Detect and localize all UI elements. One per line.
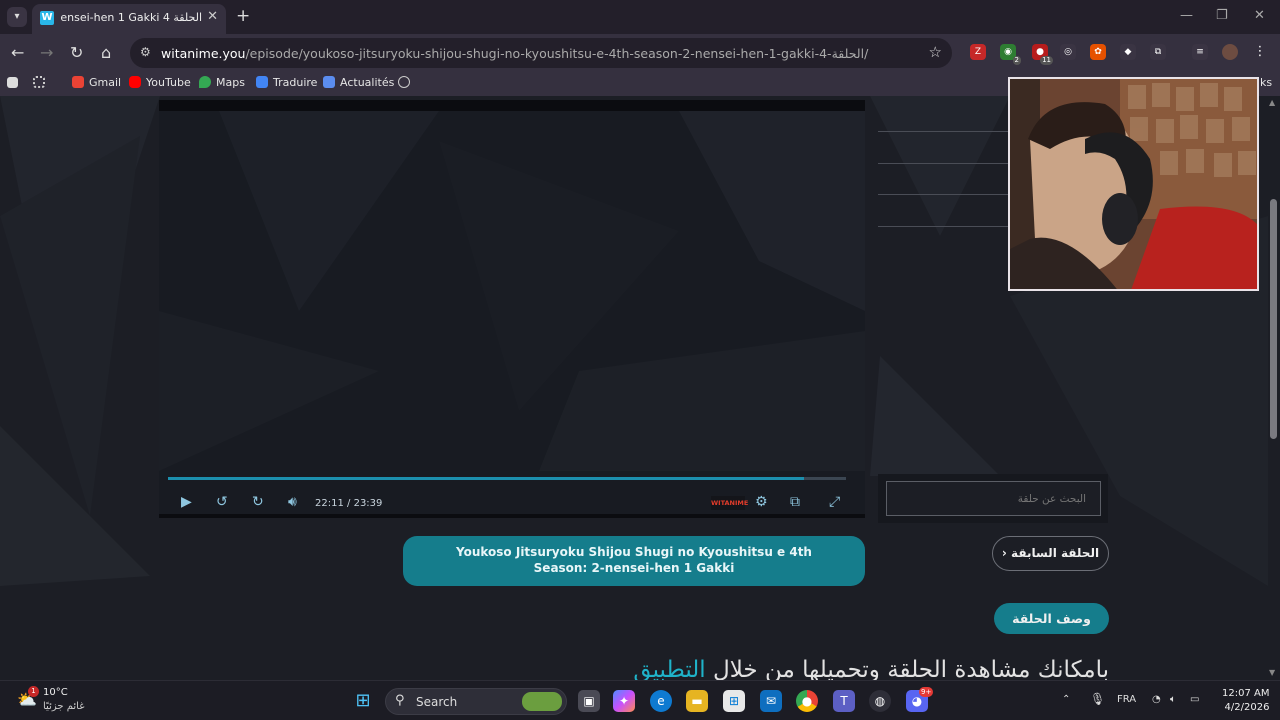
minimize-button[interactable]: — <box>1180 8 1193 23</box>
taskbar-search[interactable]: ⚲ Search <box>385 688 567 715</box>
volume-icon[interactable]: 🔊︎ <box>288 494 297 510</box>
bookmark-star-icon[interactable]: ☆ <box>929 43 942 61</box>
episode-title-button[interactable]: Youkoso Jitsuryoku Shijou Shugi no Kyous… <box>403 536 865 586</box>
chrome-icon[interactable]: ● <box>796 690 818 712</box>
bookmark-traduire[interactable]: Traduire <box>256 76 317 89</box>
fullscreen-icon[interactable]: ⤢ <box>829 494 840 510</box>
episode-search-box <box>878 474 1108 523</box>
seek-bar[interactable] <box>168 477 846 480</box>
extension-icon-6[interactable]: ◆ <box>1120 44 1136 60</box>
volume-tray-icon[interactable]: 🔈︎ <box>1170 694 1176 705</box>
scroll-up-icon[interactable]: ▲ <box>1269 98 1275 107</box>
copilot-icon[interactable]: ✦ <box>613 690 635 712</box>
description-heading: بامكانك مشاهدة الحلقة وتحميلها من خلال ا… <box>600 657 1109 680</box>
search-highlight-image <box>522 692 562 711</box>
extension-icon-2[interactable]: ◉ 2 <box>1000 44 1021 65</box>
toolbar: ← → ↻ ⌂ ⚙ witanime.you/episode/youkoso-j… <box>0 34 1280 72</box>
weather-description[interactable]: غائم جزئيًا <box>43 701 84 712</box>
close-window-button[interactable]: ✕ <box>1254 8 1265 23</box>
bookmark-actualites[interactable]: Actualités <box>323 76 394 89</box>
sidebar-toggle-icon[interactable] <box>7 76 23 89</box>
show-hidden-icons[interactable]: ⌃ <box>1062 694 1070 705</box>
site-info-icon[interactable]: ⚙ <box>140 45 151 59</box>
rewind-10-icon[interactable]: ↺ <box>216 494 228 510</box>
tab-search-button[interactable]: ▾ <box>7 7 27 27</box>
extensions-puzzle-icon[interactable]: ⧉ <box>1150 44 1166 60</box>
microsoft-store-icon[interactable]: ⊞ <box>723 690 745 712</box>
home-button[interactable]: ⌂ <box>101 43 111 62</box>
new-tab-button[interactable]: + <box>236 6 250 26</box>
webcam-feed <box>1010 79 1257 289</box>
bookmark-gmail[interactable]: Gmail <box>72 76 121 89</box>
clock[interactable]: 12:07 AM 4/2/2026 <box>1222 687 1269 715</box>
discord-badge: 9+ <box>919 687 934 697</box>
video-frame <box>159 111 865 471</box>
witanime-favicon: W <box>40 11 54 25</box>
app-link[interactable]: التطبيق <box>633 657 705 680</box>
weather-temperature[interactable]: 10°C <box>43 687 68 698</box>
url-text[interactable]: witanime.you/episode/youkoso-jitsuryoku-… <box>161 46 868 61</box>
language-indicator[interactable]: FRA <box>1117 694 1136 705</box>
tab-strip: ▾ W الحلقة 4 Youkoso Jitsuryoku Shijou S… <box>0 0 1280 34</box>
media-controls-icon[interactable]: ≡ <box>1192 44 1208 60</box>
mail-icon[interactable]: ✉ <box>760 690 782 712</box>
obs-icon[interactable]: ◍ <box>869 690 891 712</box>
teams-icon[interactable]: T <box>833 690 855 712</box>
witanime-logo: WITANIME <box>711 496 748 510</box>
taskbar-search-label: Search <box>416 695 458 709</box>
active-tab[interactable]: W الحلقة 4 Youkoso Jitsuryoku Shijou Shu… <box>32 4 226 34</box>
task-view-icon[interactable]: ▣ <box>578 690 600 712</box>
profile-avatar[interactable] <box>1222 44 1238 60</box>
file-explorer-icon[interactable]: ▬ <box>686 690 708 712</box>
all-bookmarks-link[interactable]: ks <box>1260 76 1272 89</box>
scroll-down-icon[interactable]: ▼ <box>1269 668 1275 677</box>
reload-button[interactable]: ↻ <box>70 43 83 62</box>
seek-bar-played <box>168 477 804 480</box>
bookmark-youtube[interactable]: YouTube <box>129 76 191 89</box>
tab-title: الحلقة 4 Youkoso Jitsuryoku Shijou Shugi… <box>60 11 202 24</box>
forward-10-icon[interactable]: ↻ <box>252 494 264 510</box>
forward-button[interactable]: → <box>40 43 53 62</box>
extension-icon-4[interactable]: ◎ <box>1060 44 1076 60</box>
episode-description-button[interactable]: وصف الحلقة <box>994 603 1109 634</box>
page-scrollbar[interactable]: ▲ ▼ <box>1268 96 1280 680</box>
battery-icon[interactable]: ▭ <box>1190 694 1199 705</box>
edge-icon[interactable]: e <box>650 690 672 712</box>
video-player[interactable]: ▶ ↺ ↻ 🔊︎ 22:11 / 23:39 WITANIME ⚙ ⧉ ⤢ <box>159 100 865 518</box>
previous-episode-button[interactable]: الحلقة السابقة ‹ <box>992 536 1109 571</box>
extension-icon-5[interactable]: ✿ <box>1090 44 1106 60</box>
microphone-icon[interactable]: 🎙︎ <box>1090 692 1105 706</box>
back-button[interactable]: ← <box>11 43 24 62</box>
time-display: 22:11 / 23:39 <box>315 498 383 509</box>
extension-icon-1[interactable]: Z <box>970 44 986 60</box>
settings-gear-icon[interactable]: ⚙ <box>755 494 768 510</box>
globe-icon[interactable] <box>398 76 415 89</box>
episode-search-input[interactable] <box>886 481 1101 516</box>
menu-icon[interactable]: ⋮ <box>1252 44 1268 60</box>
weather-badge: 1 <box>28 686 39 697</box>
close-tab-icon[interactable]: ✕ <box>207 9 218 24</box>
address-bar[interactable]: ⚙ witanime.you/episode/youkoso-jitsuryok… <box>130 38 952 68</box>
picture-in-picture-icon[interactable]: ⧉ <box>790 494 800 510</box>
wifi-icon[interactable]: ◔ <box>1152 694 1161 705</box>
extension-icon-3[interactable]: ● 11 <box>1032 44 1053 65</box>
apps-grid-icon[interactable] <box>33 76 50 89</box>
play-icon[interactable]: ▶ <box>181 494 192 510</box>
scroll-thumb[interactable] <box>1270 199 1277 439</box>
restore-button[interactable]: ❐ <box>1216 8 1228 23</box>
windows-taskbar: ⛅ 1 10°C غائم جزئيًا ⊞ ⚲ Search ▣ ✦ e ▬ … <box>0 680 1280 720</box>
webcam-overlay <box>1008 77 1259 291</box>
search-icon: ⚲ <box>395 693 405 708</box>
bookmark-maps[interactable]: Maps <box>199 76 245 89</box>
windows-start-icon[interactable]: ⊞ <box>352 690 374 712</box>
